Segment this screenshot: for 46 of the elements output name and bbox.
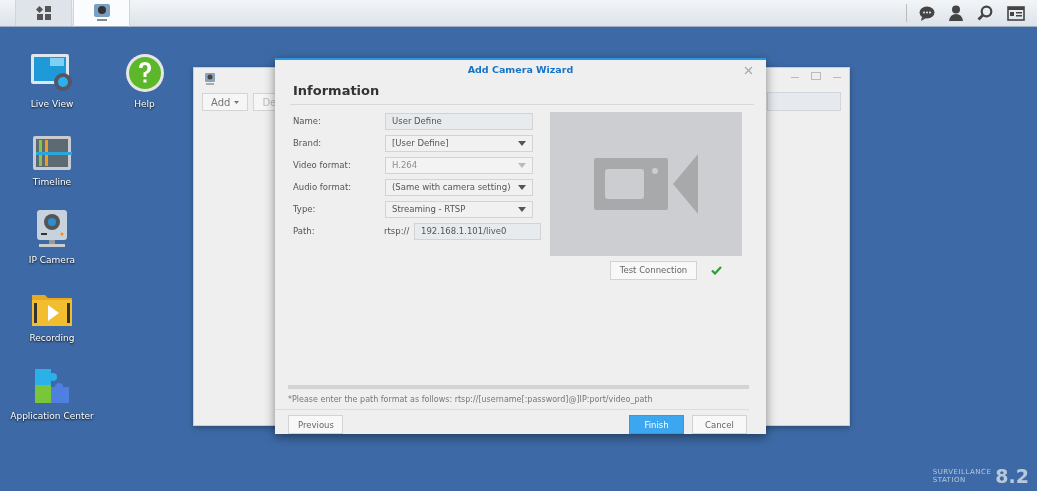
text-field[interactable]: User Define (385, 112, 533, 130)
caret-icon (518, 140, 526, 146)
toolbar-button[interactable]: Add (202, 93, 249, 111)
field-label: Video format: (293, 160, 352, 171)
id-card-icon[interactable] (1007, 5, 1025, 21)
test-connection-button[interactable]: Test Connection (609, 260, 698, 280)
caret-icon (234, 101, 240, 104)
caret-icon (518, 162, 526, 168)
dialog-title: Add Camera Wizard (467, 63, 574, 75)
user-icon[interactable] (949, 5, 963, 21)
video-camera-icon (594, 153, 698, 214)
field-label: Audio format: (293, 182, 353, 193)
caret-icon (518, 184, 526, 190)
camera-app-icon (204, 72, 216, 86)
timeline-icon[interactable] (32, 135, 72, 171)
field-label: Name: (293, 116, 322, 127)
desktop-icon-label[interactable]: Timeline (32, 177, 72, 187)
path-prefix: rtsp:// (384, 226, 411, 237)
main-menu-button[interactable] (15, 0, 72, 26)
field-label: Type: (293, 204, 317, 215)
chat-icon[interactable] (919, 5, 935, 21)
path-field[interactable]: 192.168.1.101/live0 (414, 222, 541, 240)
caret-icon (518, 206, 526, 212)
help-icon[interactable] (124, 53, 165, 93)
dropdown[interactable]: (Same with camera setting) (385, 178, 533, 196)
puzzle-icon[interactable] (33, 367, 71, 405)
desktop-icon-label[interactable]: Recording (29, 333, 75, 343)
section-heading: Information (290, 78, 754, 105)
field-label: Brand: (293, 138, 323, 149)
dropdown[interactable]: Streaming - RTSP (385, 200, 533, 218)
dropdown[interactable]: [User Define] (385, 134, 533, 152)
desktop-icon-label[interactable]: IP Camera (28, 255, 76, 265)
path-format-note: *Please enter the path format as follows: rtsp://[username[:password]@]IP:port/video_path (275, 389, 749, 410)
ip-camera-icon[interactable] (35, 209, 69, 249)
desktop-icon-label[interactable]: Live View (30, 99, 74, 109)
monitor-camera-icon[interactable] (30, 53, 74, 93)
search-icon[interactable] (977, 5, 993, 21)
grid-icon (35, 5, 52, 21)
dialog-button[interactable]: Cancel (692, 415, 747, 434)
desktop-icon-label[interactable]: Application Center (10, 411, 94, 421)
camera-app-icon (92, 3, 111, 23)
dialog-button[interactable]: Previous (288, 415, 343, 434)
field-label: Path: (293, 226, 316, 237)
camera-app-button[interactable] (73, 0, 130, 28)
search-field[interactable] (767, 92, 841, 111)
desktop-icon-label[interactable]: Help (134, 99, 155, 109)
